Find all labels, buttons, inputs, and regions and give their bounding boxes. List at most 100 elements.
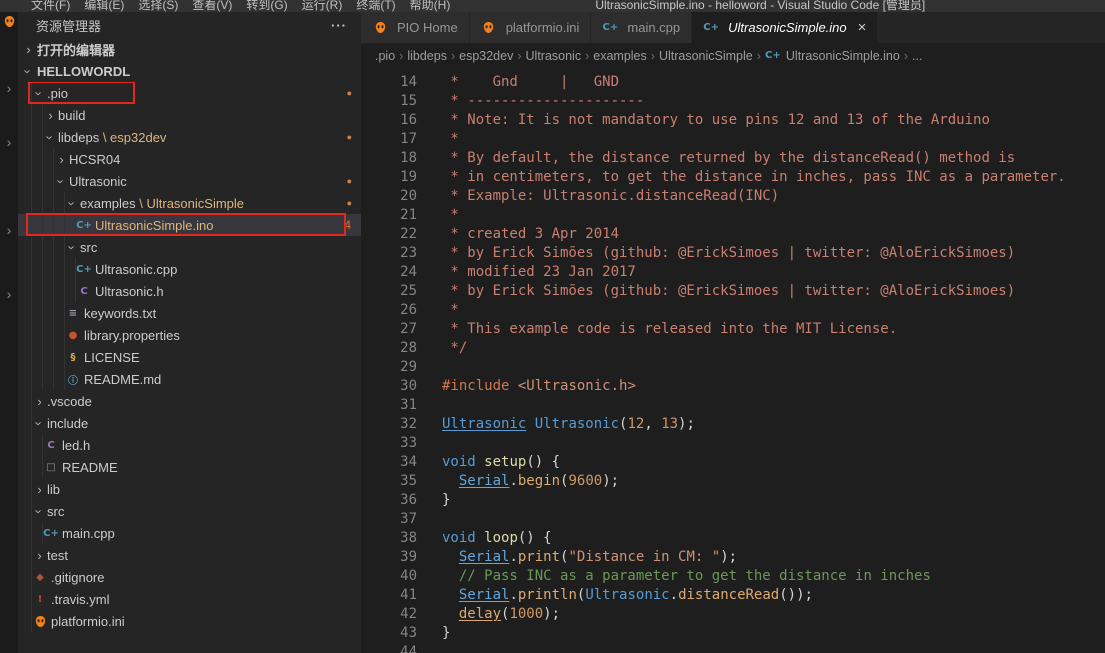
item-label: examples [80,196,136,211]
tree-item-include[interactable]: include [18,412,361,434]
tree-item-src[interactable]: src [18,500,361,522]
code-line [442,510,1105,529]
tree-item-Ultrasonic.h[interactable]: CUltrasonic.h [18,280,361,302]
tree-item-Ultrasonic.cpp[interactable]: C+Ultrasonic.cpp [18,258,361,280]
tree-item-src[interactable]: src [18,236,361,258]
item-label: src [80,240,97,255]
code-line: * modified 23 Jan 2017 [442,263,1105,282]
line-number: 39 [361,548,417,567]
menu-item[interactable]: 帮助(H) [403,0,458,12]
menu-item[interactable]: 转到(G) [239,0,294,12]
tree-item-Ultrasonic[interactable]: Ultrasonic● [18,170,361,192]
code-line: * [442,301,1105,320]
line-number: 36 [361,491,417,510]
travis-icon: ! [32,594,48,605]
activity-bar [0,12,18,653]
h-icon: C [76,286,92,297]
info-icon: ⓘ [65,372,81,387]
code-line: Serial.println(Ultrasonic.distanceRead()… [442,586,1105,605]
gitignore-icon: ◆ [32,572,48,583]
breadcrumb-item-examples[interactable]: examples [591,49,649,63]
tab-UltrasonicSimple.ino[interactable]: C+UltrasonicSimple.ino× [692,12,878,43]
breadcrumb-item-libdeps[interactable]: libdeps [405,49,449,63]
line-number: 40 [361,567,417,586]
tree-item-library.properties[interactable]: ●library.properties [18,324,361,346]
tree-item-LICENSE[interactable]: §LICENSE [18,346,361,368]
item-label: .travis.yml [51,592,110,607]
chevron-separator-icon: › [902,49,910,63]
item-label: build [58,108,85,123]
pio-icon [32,615,48,628]
chevron-right-icon [32,548,47,563]
explorer-title: 资源管理器 [36,16,101,35]
tree-item-README.md[interactable]: ⓘREADME.md [18,368,361,390]
breadcrumb-item-esp32dev[interactable]: esp32dev [457,49,515,63]
activity-chevron-icon[interactable] [7,135,12,149]
chevron-down-icon [32,86,47,101]
line-number: 32 [361,415,417,434]
menu-item[interactable]: 编辑(E) [77,0,131,12]
close-icon[interactable]: × [858,20,867,35]
tab-platformio.ini[interactable]: platformio.ini [470,12,592,43]
code-line: * Example: Ultrasonic.distanceRead(INC) [442,187,1105,206]
tab-label: UltrasonicSimple.ino [728,20,847,35]
menu-item[interactable]: 终端(T) [349,0,402,12]
breadcrumb-item-file[interactable]: C+UltrasonicSimple.ino [763,49,902,63]
file-tree: .pio● build libdeps \ esp32dev●HCSR04Ultra… [18,82,361,653]
tree-item-build[interactable]: build [18,104,361,126]
breadcrumb-more[interactable]: ... [910,49,924,63]
code-line: #include <Ultrasonic.h> [442,377,1105,396]
chevron-right-icon [32,394,47,409]
code-line: void loop() { [442,529,1105,548]
line-number: 27 [361,320,417,339]
tree-item-led.h[interactable]: Cled.h [18,434,361,456]
code-line: * --------------------- [442,92,1105,111]
menu-item[interactable]: 查看(V) [185,0,239,12]
line-number: 30 [361,377,417,396]
item-label: platformio.ini [51,614,125,629]
code-line [442,434,1105,453]
h-icon: C [43,440,59,451]
tree-item-.vscode[interactable]: .vscode [18,390,361,412]
menu-bar: 文件(F)编辑(E)选择(S)查看(V)转到(G)运行(R)终端(T)帮助(H) [24,0,457,12]
code-line: * Note: It is not mandatory to use pins … [442,111,1105,130]
properties-icon: ● [65,330,81,341]
breadcrumb-item-UltrasonicSimple[interactable]: UltrasonicSimple [657,49,755,63]
cpp-icon: C+ [76,264,92,275]
open-editors-section-header[interactable]: 打开的编辑器 [18,38,361,60]
tree-item-lib[interactable]: lib [18,478,361,500]
tree-item-README[interactable]: □README [18,456,361,478]
menu-item[interactable]: 文件(F) [24,0,77,12]
code-line: * Gnd | GND [442,73,1105,92]
more-actions-button[interactable]: ··· [331,18,347,33]
tree-item-UltrasonicSimple.ino[interactable]: C+UltrasonicSimple.ino4 [18,214,361,236]
code-editor[interactable]: 1415161718192021222324252627282930313233… [361,68,1105,653]
explorer-sidebar: 资源管理器 ··· 打开的编辑器 HELLOWORDL .pio● build li… [18,12,361,653]
chevron-down-icon [54,174,69,189]
tree-item-libdeps[interactable]: libdeps \ esp32dev● [18,126,361,148]
project-section-header[interactable]: HELLOWORDL [18,60,361,82]
tree-item-main.cpp[interactable]: C+main.cpp [18,522,361,544]
tree-item-keywords.txt[interactable]: ≡keywords.txt [18,302,361,324]
breadcrumb-item-Ultrasonic[interactable]: Ultrasonic [524,49,584,63]
menu-item[interactable]: 选择(S) [131,0,185,12]
tab-main.cpp[interactable]: C+main.cpp [591,12,692,43]
menu-item[interactable]: 运行(R) [295,0,350,12]
breadcrumb-item-.pio[interactable]: .pio [373,49,397,63]
tree-item-HCSR04[interactable]: HCSR04 [18,148,361,170]
tree-item-.pio[interactable]: .pio● [18,82,361,104]
activity-chevron-icon[interactable] [7,287,12,301]
item-label: main.cpp [62,526,115,541]
tree-item-.travis.yml[interactable]: !.travis.yml [18,588,361,610]
chevron-down-icon [32,504,47,519]
vscode-window: 文件(F)编辑(E)选择(S)查看(V)转到(G)运行(R)终端(T)帮助(H)… [0,0,1105,653]
activity-chevron-icon[interactable] [7,81,12,95]
tree-item-platformio.ini[interactable]: platformio.ini [18,610,361,632]
tree-item-examples[interactable]: examples \ UltrasonicSimple● [18,192,361,214]
tree-item-test[interactable]: test [18,544,361,566]
tree-item-.gitignore[interactable]: ◆.gitignore [18,566,361,588]
tab-PIO Home[interactable]: PIO Home [361,12,470,43]
platformio-logo-icon[interactable] [3,15,16,33]
modified-dot-icon: ● [347,132,352,142]
activity-chevron-icon[interactable] [7,223,12,237]
